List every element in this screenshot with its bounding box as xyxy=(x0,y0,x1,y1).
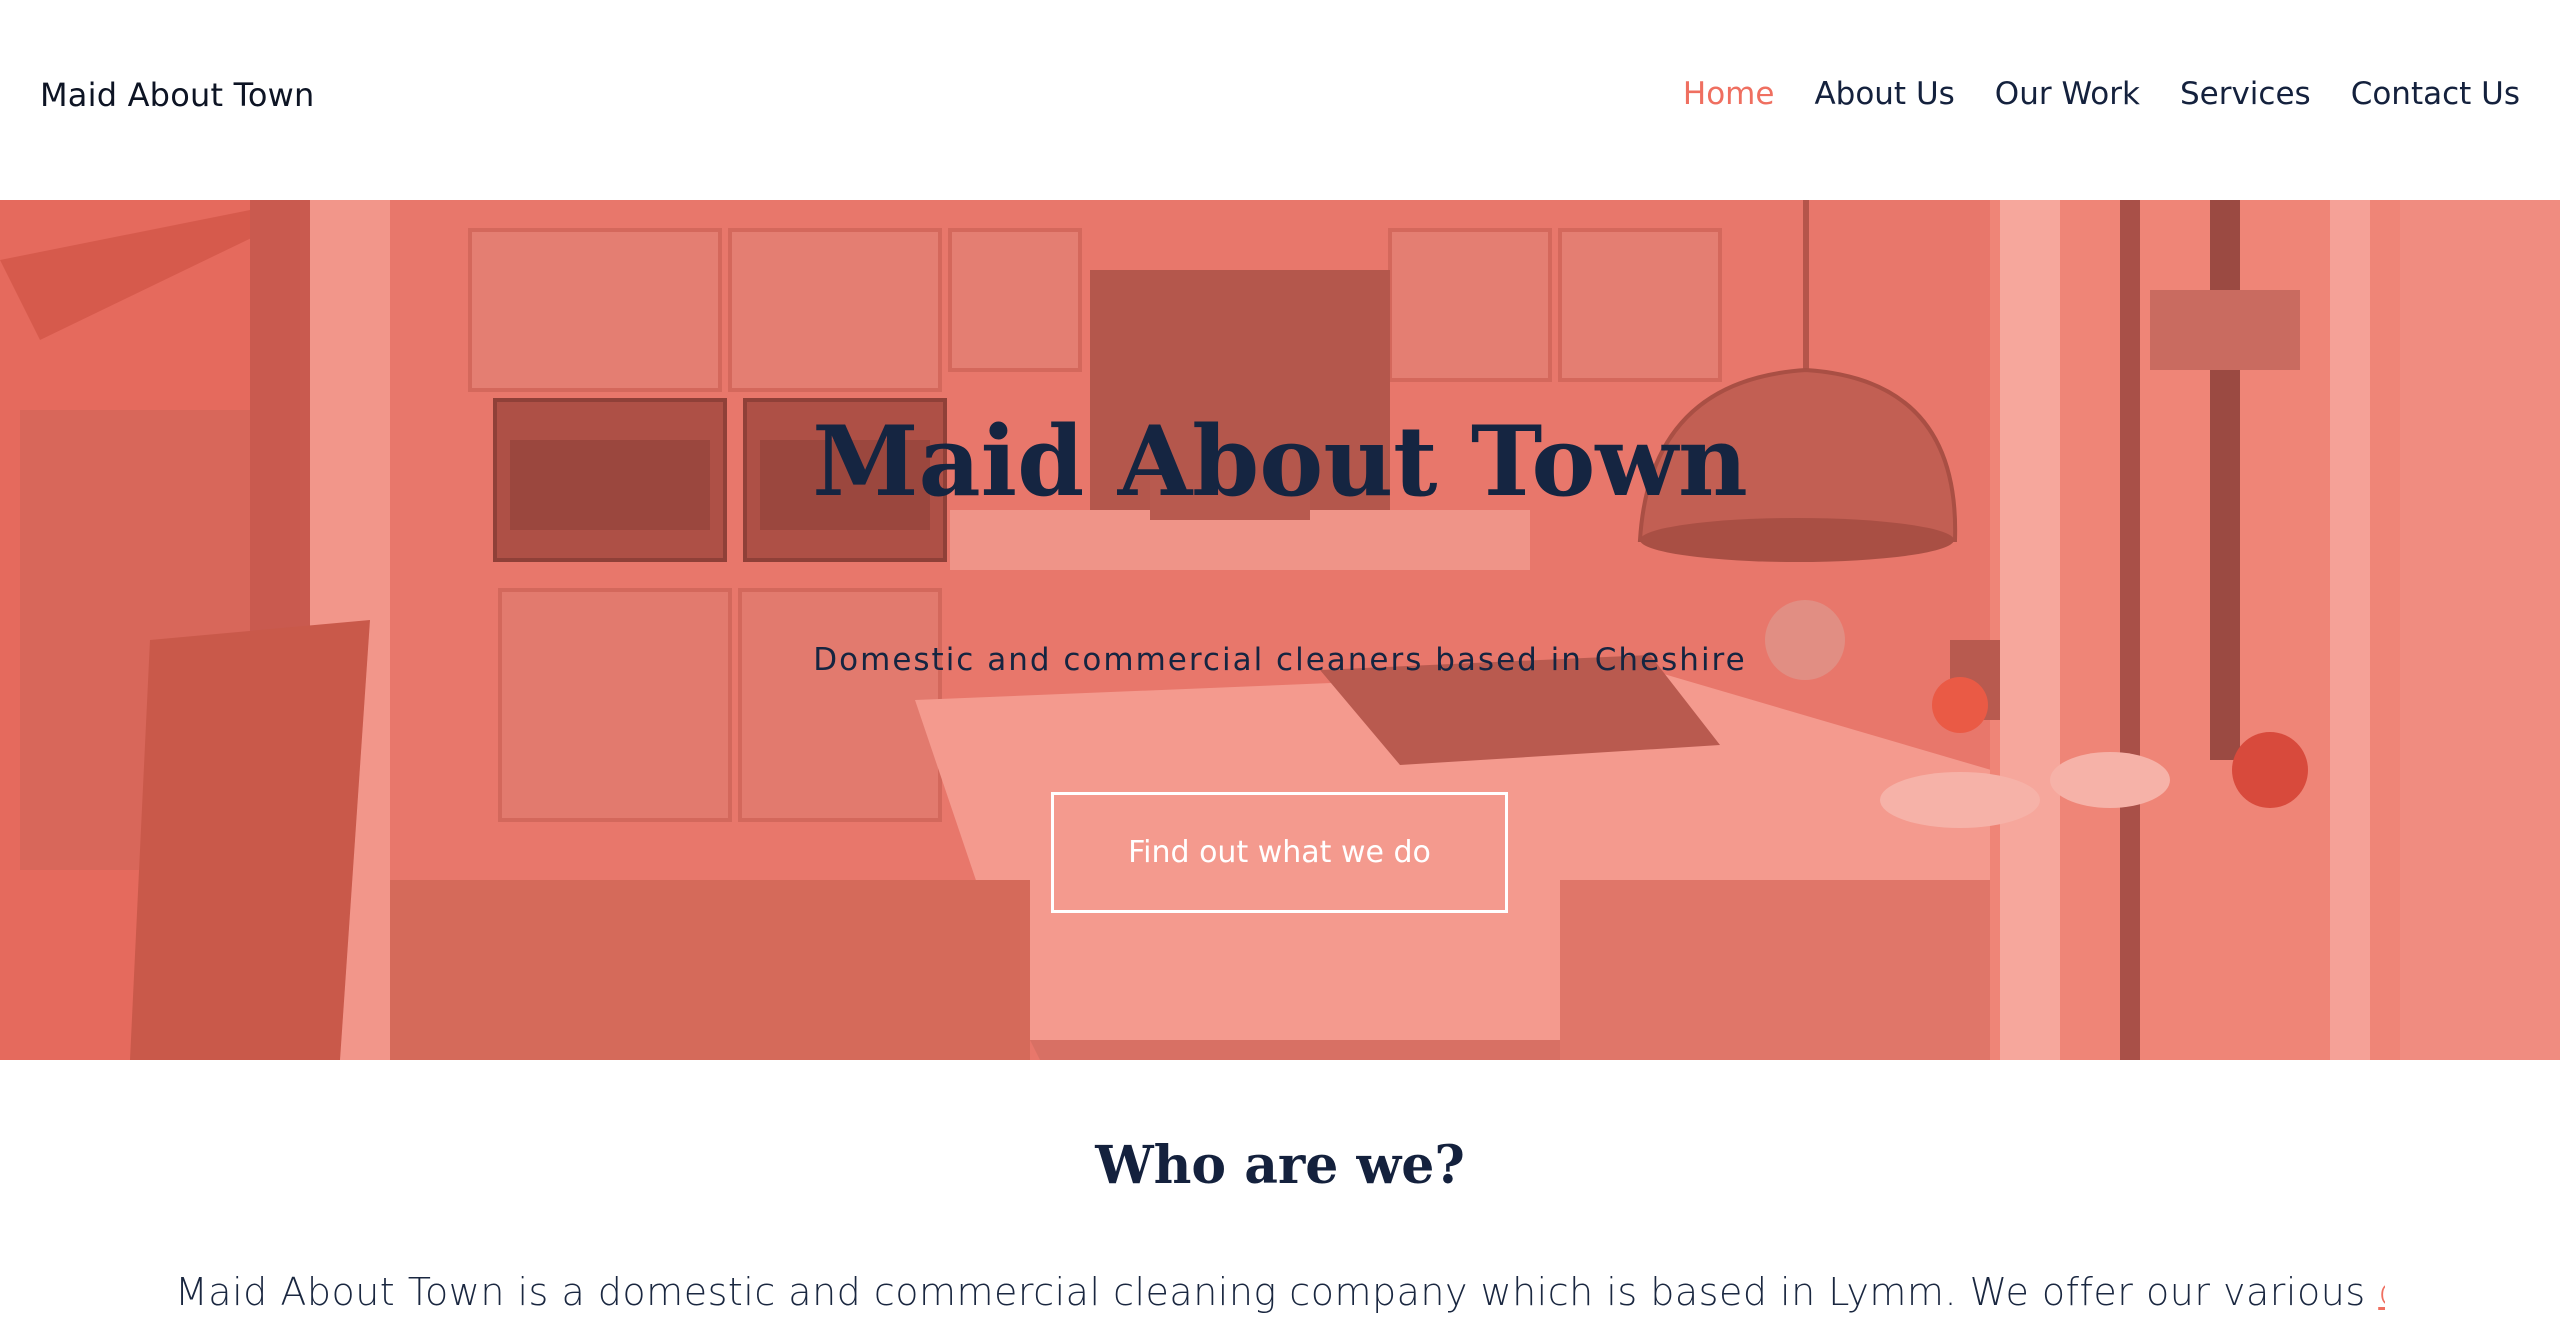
nav-our-work[interactable]: Our Work xyxy=(1995,76,2140,112)
who-are-we-heading: Who are we? xyxy=(1095,1135,1465,1196)
nav-contact-us[interactable]: Contact Us xyxy=(2351,76,2520,112)
different-services-link[interactable]: different xyxy=(2378,1270,2385,1314)
nav-home[interactable]: Home xyxy=(1683,76,1775,112)
nav-about-us[interactable]: About Us xyxy=(1814,76,1954,112)
hero-banner: Maid About Town Domestic and commercial … xyxy=(0,200,2560,1060)
hero-subtitle: Domestic and commercial cleaners based i… xyxy=(813,642,1747,678)
intro-text: Maid About Town is a domestic and commer… xyxy=(175,1270,2379,1314)
hero-title: Maid About Town xyxy=(812,405,1748,518)
site-header: Maid About Town Home About Us Our Work S… xyxy=(0,0,2560,200)
nav-services[interactable]: Services xyxy=(2180,76,2311,112)
intro-paragraph: Maid About Town is a domestic and commer… xyxy=(175,1270,2385,1314)
find-out-button[interactable]: Find out what we do xyxy=(1051,792,1508,913)
hero-background-image xyxy=(0,200,2560,1060)
site-logo-link[interactable]: Maid About Town xyxy=(40,76,315,114)
main-nav: Home About Us Our Work Services Contact … xyxy=(1683,76,2520,112)
